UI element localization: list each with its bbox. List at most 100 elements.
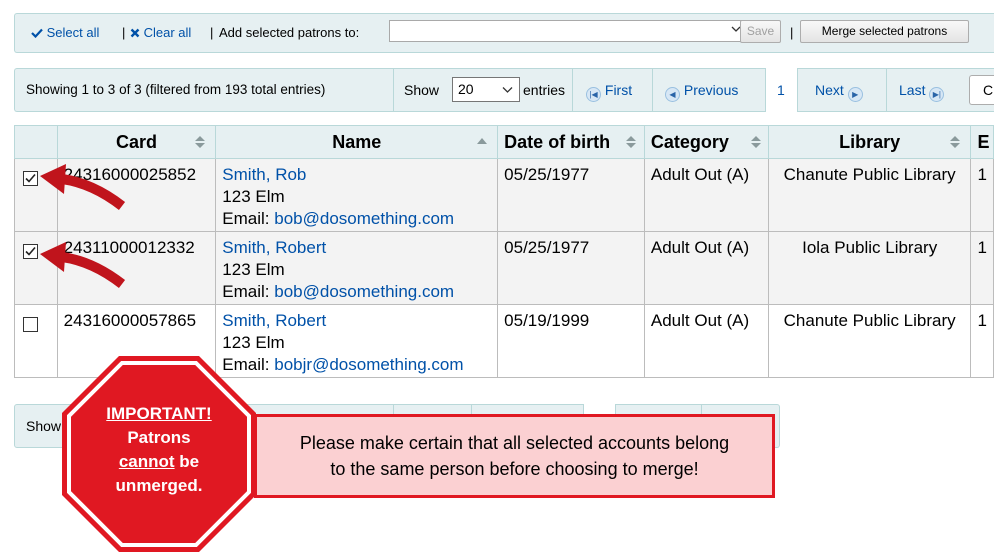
patron-email-link[interactable]: bob@dosomething.com [274,282,454,301]
extra-cell: 1 [970,158,994,232]
previous-icon: ◀ [665,87,680,102]
stop-line-3: be [174,452,200,471]
previous-page-link[interactable]: ◀ Previous [665,82,738,102]
last-icon: ▶| [929,87,945,102]
add-to-list-label: Add selected patrons to: [219,25,360,40]
select-all-label: Select all [46,25,100,40]
save-label: Save [746,24,775,38]
category-cell: Adult Out (A) [643,158,769,232]
row-checkbox[interactable] [23,317,38,332]
patron-table: Card Name Date of birth Category Library… [14,125,994,378]
separator: | [790,25,794,40]
sort-both-icon [950,136,961,148]
separator: | [210,25,214,40]
category-cell: Adult Out (A) [643,231,769,305]
header-select [14,125,58,159]
current-page[interactable]: 1 [765,68,798,112]
table-row: 24311000012332 Smith, Robert 123 Elm Ema… [14,231,994,305]
category-cell: Adult Out (A) [643,304,769,378]
header-category[interactable]: Category [643,125,769,159]
bottom-show-label: Show [26,418,62,434]
sort-both-icon [625,136,636,148]
divider [393,69,394,111]
patron-address: 123 Elm [222,187,285,206]
important-label: IMPORTANT! [106,404,212,423]
extra-cell: 1 [970,304,994,378]
annotation-arrow-icon [40,164,126,210]
save-button[interactable]: Save [740,20,781,43]
clear-all-label: Clear all [143,25,192,40]
patron-address: 123 Elm [222,333,285,352]
patron-email-link[interactable]: bob@dosomething.com [274,209,454,228]
header-library-label: Library [839,131,901,152]
select-cell [14,304,58,378]
current-page-number: 1 [777,82,785,98]
table-info: Showing 1 to 3 of 3 (filtered from 193 t… [26,82,326,97]
sort-both-icon [195,136,206,148]
patron-name-link[interactable]: Smith, Rob [222,164,491,186]
warning-line-1: Please make certain that all selected ac… [299,433,730,453]
extra-cell: 1 [970,231,994,305]
last-page-link[interactable]: Last ▶| [899,82,945,102]
header-extra-label: E [977,131,990,152]
first-icon: |◀ [586,87,601,102]
header-library[interactable]: Library [767,125,972,159]
check-icon [31,28,43,39]
stop-sign-text: IMPORTANT! Patrons cannot be unmerged. [74,402,244,498]
columns-label: C [983,82,994,98]
header-extra[interactable]: E [970,125,994,159]
name-cell: Smith, Rob 123 Elm Email: bob@dosomethin… [215,158,499,232]
header-name[interactable]: Name [215,125,499,159]
library-cell: Iola Public Library [767,231,972,305]
first-label: First [604,82,633,98]
annotation-arrow-icon [40,242,126,288]
dob-cell: 05/25/1977 [497,231,645,305]
next-label: Next [815,82,844,98]
entries-label: entries [523,82,566,98]
patron-address: 123 Elm [222,260,285,279]
table-pager: Showing 1 to 3 of 3 (filtered from 193 t… [14,68,994,112]
next-icon: ▶ [847,87,863,102]
merge-selected-patrons-button[interactable]: Merge selected patrons [800,20,969,43]
header-dob-label: Date of birth [504,131,611,152]
columns-button[interactable]: C [969,75,994,105]
clear-all-link[interactable]: Clear all [130,25,191,40]
header-category-label: Category [650,131,729,152]
library-cell: Chanute Public Library [767,304,972,378]
sort-ascending-icon [477,138,488,144]
header-card[interactable]: Card [56,125,217,159]
patron-name-link[interactable]: Smith, Robert [222,310,491,332]
email-label: Email: [222,282,270,301]
last-label: Last [899,82,926,98]
page-length-value: 20 [458,81,474,97]
divider [886,69,887,111]
stop-line-2: Patrons [127,428,191,447]
next-page-link[interactable]: Next ▶ [815,82,863,102]
show-label: Show [404,82,440,98]
header-card-label: Card [115,131,157,152]
cannot-label: cannot [118,452,175,471]
patron-email-link[interactable]: bobjr@dosomething.com [274,355,463,374]
email-label: Email: [222,209,270,228]
select-all-link[interactable]: Select all [31,25,99,40]
library-cell: Chanute Public Library [767,158,972,232]
header-dob[interactable]: Date of birth [497,125,645,159]
table-header-row: Card Name Date of birth Category Library… [14,125,994,159]
sort-both-icon [750,136,761,148]
name-cell: Smith, Robert 123 Elm Email: bob@dosomet… [215,231,499,305]
previous-label: Previous [683,82,739,98]
table-row: 24316000025852 Smith, Rob 123 Elm Email:… [14,158,994,232]
dob-cell: 05/25/1977 [497,158,645,232]
x-icon [130,28,140,38]
patron-action-toolbar: Select all | Clear all | Add selected pa… [14,13,994,53]
chevron-down-icon [502,87,513,93]
dob-cell: 05/19/1999 [497,304,645,378]
first-page-link[interactable]: |◀ First [586,82,632,102]
header-name-label: Name [332,131,382,152]
merge-warning-box: Please make certain that all selected ac… [254,414,775,498]
page-length-select[interactable]: 20 [452,77,520,102]
patron-name-link[interactable]: Smith, Robert [222,237,491,259]
name-cell: Smith, Robert 123 Elm Email: bobjr@dosom… [215,304,499,378]
patron-list-select[interactable] [389,20,748,42]
separator: | [122,25,126,40]
